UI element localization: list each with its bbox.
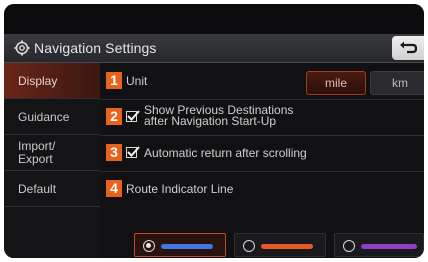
back-arrow-icon — [400, 41, 418, 54]
sidebar-item-label: Guidance — [18, 110, 70, 124]
sidebar-item-label: Display — [18, 74, 58, 88]
setting-row-route-indicator-line: 4 Route Indicator Line — [100, 171, 424, 207]
page-title: Navigation Settings — [34, 40, 157, 56]
radio-button — [343, 240, 355, 252]
route-color-swatch — [261, 244, 313, 249]
show-previous-destinations-checkbox[interactable] — [126, 110, 140, 122]
show-previous-destinations-label: Show Previous Destinations after Navigati… — [144, 104, 293, 128]
route-color-swatch — [161, 244, 213, 249]
setting-row-unit: 1 Unit mile km — [100, 63, 424, 100]
item-number-badge: 2 — [106, 108, 122, 125]
sidebar-item-import-export[interactable]: Import/ Export — [4, 135, 100, 171]
sidebar-item-guidance[interactable]: Guidance — [4, 99, 100, 135]
radio-button — [243, 240, 255, 252]
back-button[interactable] — [392, 36, 424, 60]
checkmark-icon — [127, 146, 140, 157]
sidebar: Display Guidance Import/ Export Default — [4, 63, 100, 258]
setting-row-show-previous-destinations[interactable]: 2 Show Previous Destinations after Naviga… — [100, 99, 424, 136]
automatic-return-checkbox[interactable] — [126, 146, 140, 158]
nav-settings-screen: Navigation Settings Display Guidance Imp… — [4, 4, 424, 258]
sidebar-item-default[interactable]: Default — [4, 171, 100, 207]
sidebar-item-label: Default — [18, 182, 57, 196]
item-number-badge: 1 — [106, 72, 122, 89]
item-number-badge: 3 — [106, 144, 122, 161]
checkmark-icon — [127, 110, 140, 121]
route-color-option-purple[interactable] — [334, 233, 424, 257]
title-bar: Navigation Settings — [4, 34, 424, 63]
route-color-option-orange[interactable] — [234, 233, 326, 257]
label-line-2: after Navigation Start-Up — [144, 114, 277, 128]
unit-mile-button[interactable]: mile — [306, 71, 366, 95]
radio-dot — [146, 243, 151, 248]
route-indicator-line-label: Route Indicator Line — [126, 182, 234, 196]
radio-button — [143, 240, 155, 252]
top-status-bar — [4, 4, 424, 30]
sidebar-item-label: Import/ Export — [18, 139, 56, 166]
settings-list: 1 Unit mile km 2 Show Previous Destinati… — [100, 63, 424, 258]
item-number-badge: 4 — [106, 180, 122, 197]
route-color-swatch — [361, 244, 417, 249]
unit-km-button[interactable]: km — [370, 71, 424, 95]
route-color-option-blue[interactable] — [134, 233, 226, 257]
gear-icon — [14, 40, 30, 56]
sidebar-item-display[interactable]: Display — [4, 63, 100, 99]
unit-label: Unit — [126, 74, 148, 88]
setting-row-automatic-return[interactable]: 3 Automatic return after scrolling — [100, 135, 424, 172]
automatic-return-label: Automatic return after scrolling — [144, 146, 307, 160]
